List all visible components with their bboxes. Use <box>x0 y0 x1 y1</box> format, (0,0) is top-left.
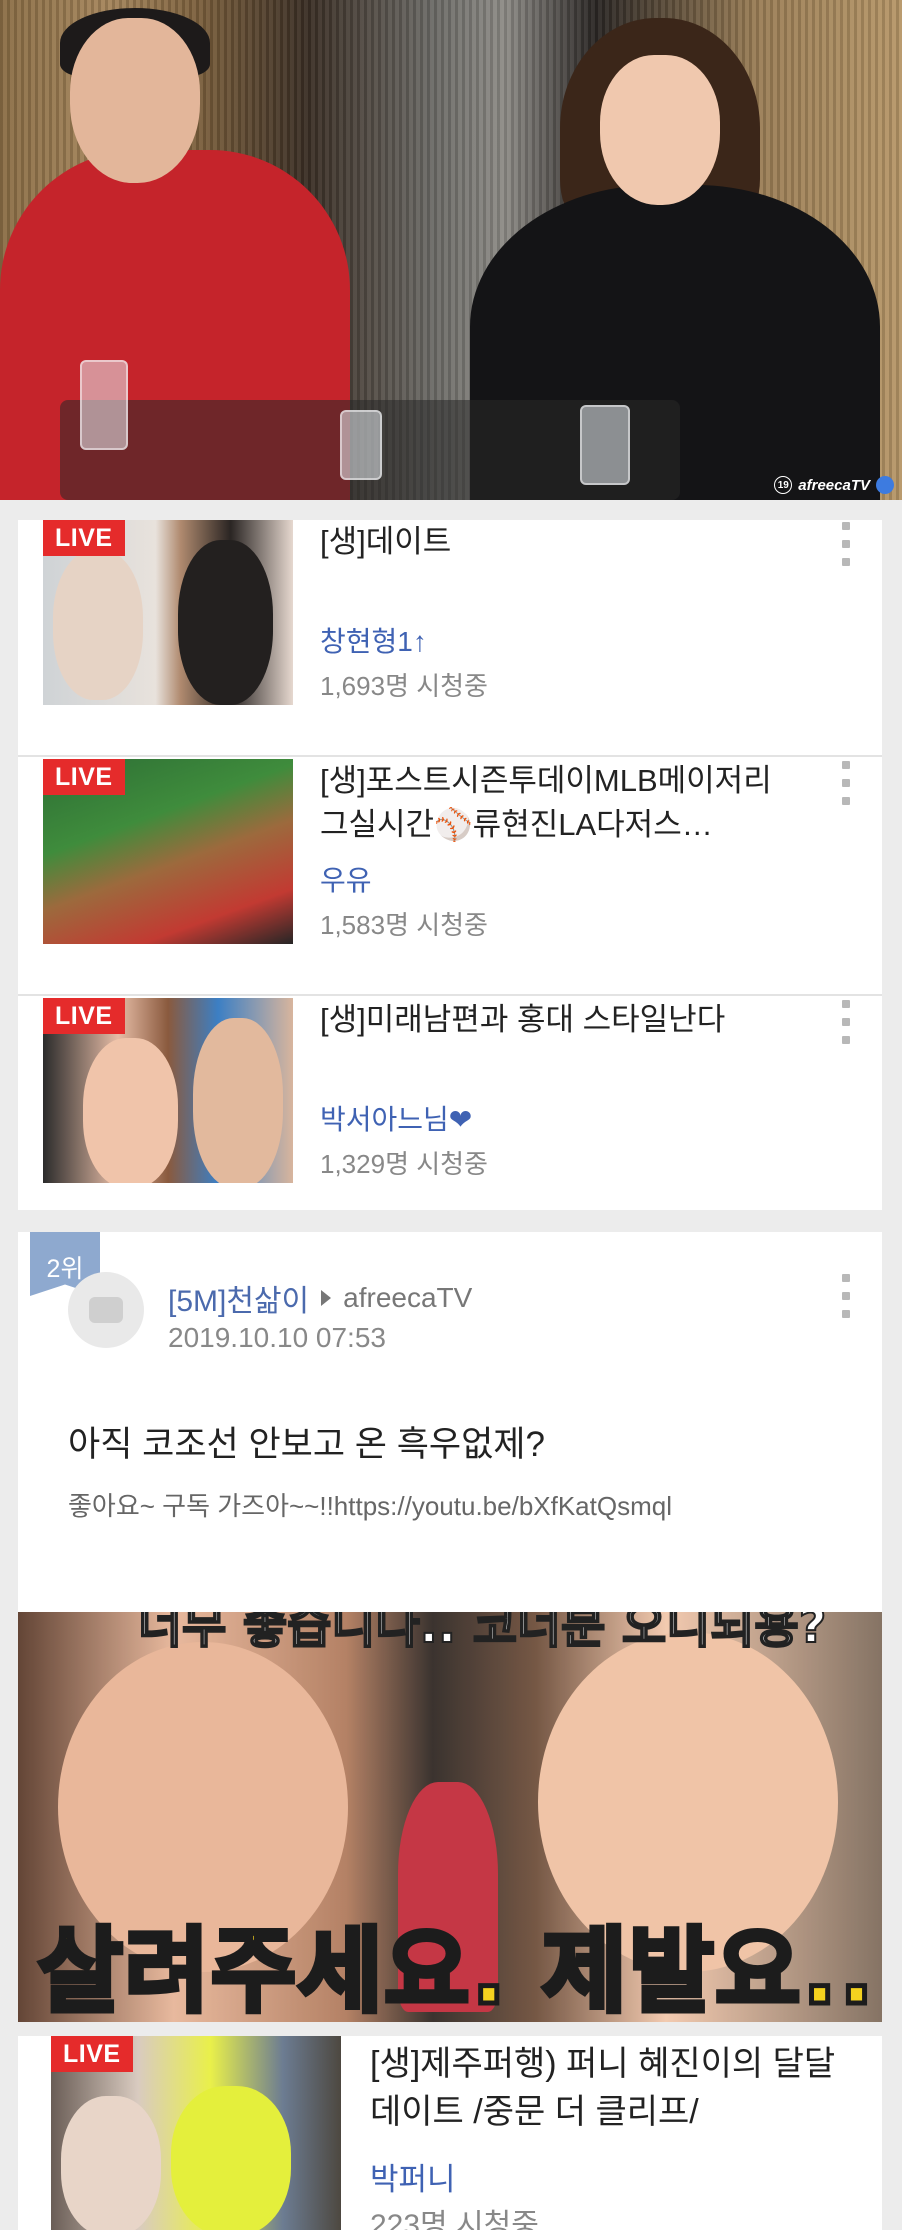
live-author[interactable]: 우유 <box>320 859 372 899</box>
viewer-count: 1,583명 시청중 <box>320 910 488 940</box>
thumbnail-person <box>178 540 273 705</box>
thumbnail-person <box>171 2086 291 2230</box>
live-list-card: LIVE [생]데이트 창현형1↑ 1,693명 시청중 LIVE [생]포스트… <box>18 520 882 1235</box>
live-list-item[interactable]: LIVE [생]데이트 창현형1↑ 1,693명 시청중 <box>18 520 882 757</box>
post-description[interactable]: 좋아요~ 구독 가즈아~~!!https://youtu.be/bXfKatQs… <box>68 1486 672 1523</box>
live-list-item[interactable]: LIVE [생]포스트시즌투데이MLB메이저리그실시간⚾류현진LA다저스… 우유… <box>18 759 882 996</box>
ranked-post-card: 2위 [5M]천삶이 afreecaTV 2019.10.10 07:53 아직… <box>18 1232 882 2022</box>
live-author[interactable]: 박서아느님❤ <box>320 1098 472 1138</box>
glass <box>80 360 128 450</box>
thumbnail-person <box>61 2096 161 2230</box>
glass <box>580 405 630 485</box>
image-caption: 살려주세요. 제발요.. <box>36 1916 877 2023</box>
thumbnail-person <box>83 1038 178 1183</box>
viewer-count: 1,329명 시청중 <box>320 1149 488 1179</box>
live-list-item[interactable]: LIVE [생]제주퍼행) 퍼니 혜진이의 달달 데이트 /중문 더 클리프/ … <box>18 2036 882 2230</box>
more-vertical-icon[interactable] <box>840 761 852 805</box>
play-arrow-icon <box>321 1290 332 1306</box>
live-list-item[interactable]: LIVE [생]미래남편과 홍대 스타일난다 박서아느님❤ 1,329명 시청중 <box>18 998 882 1235</box>
viewer-count: 1,693명 시청중 <box>320 671 488 701</box>
afreecatv-watermark: 19 afreecaTV <box>774 476 894 494</box>
streamer-left-head <box>70 18 200 183</box>
live-badge: LIVE <box>51 2036 133 2072</box>
live-title[interactable]: [생]미래남편과 홍대 스타일난다 <box>320 998 800 1042</box>
viewer-count: 223명 시청중 <box>370 2209 539 2230</box>
live-title[interactable]: [생]데이트 <box>320 520 800 564</box>
post-author[interactable]: [5M]천삶이 <box>168 1276 309 1320</box>
live-stream-player[interactable]: 19 afreecaTV <box>0 0 902 500</box>
glass <box>340 410 382 480</box>
more-vertical-icon[interactable] <box>840 522 852 566</box>
thumbnail-person <box>53 550 143 700</box>
live-thumbnail[interactable]: LIVE <box>43 759 293 944</box>
post-date: 2019.10.10 07:53 <box>168 1322 386 1353</box>
live-title[interactable]: [생]포스트시즌투데이MLB메이저리그실시간⚾류현진LA다저스… <box>320 759 800 847</box>
thumbnail-person <box>193 1018 283 1183</box>
streamer-right-head <box>600 55 720 205</box>
watermark-text: afreecaTV <box>798 476 870 494</box>
post-platform: afreecaTV <box>343 1282 473 1313</box>
image-top-caption: 너무 좋습니다.. 코너분 오디되용? <box>137 1612 828 1655</box>
live-author[interactable]: 박퍼니 <box>370 2154 456 2199</box>
avatar[interactable] <box>68 1272 144 1348</box>
live-badge: LIVE <box>43 759 125 795</box>
afreecatv-logo-icon <box>876 476 894 494</box>
post-title[interactable]: 아직 코조선 안보고 온 흑우없제? <box>68 1416 545 1467</box>
more-vertical-icon[interactable] <box>840 1000 852 1044</box>
live-badge: LIVE <box>43 520 125 556</box>
live-badge: LIVE <box>43 998 125 1034</box>
live-thumbnail[interactable]: LIVE <box>43 520 293 705</box>
live-thumbnail[interactable]: LIVE <box>43 998 293 1183</box>
live-thumbnail[interactable]: LIVE <box>51 2036 341 2230</box>
post-video-thumbnail[interactable]: 너무 좋습니다.. 코너분 오디되용? 살려주세요. 제발요.. <box>18 1612 882 2022</box>
post-author-line: [5M]천삶이 afreecaTV <box>168 1276 472 1320</box>
live-author[interactable]: 창현형1↑ <box>320 620 427 660</box>
live-title[interactable]: [생]제주퍼행) 퍼니 혜진이의 달달 데이트 /중문 더 클리프/ <box>370 2040 870 2136</box>
age-rating-badge: 19 <box>774 476 793 494</box>
more-vertical-icon[interactable] <box>840 1274 852 1318</box>
tv-face-icon <box>89 1297 123 1323</box>
